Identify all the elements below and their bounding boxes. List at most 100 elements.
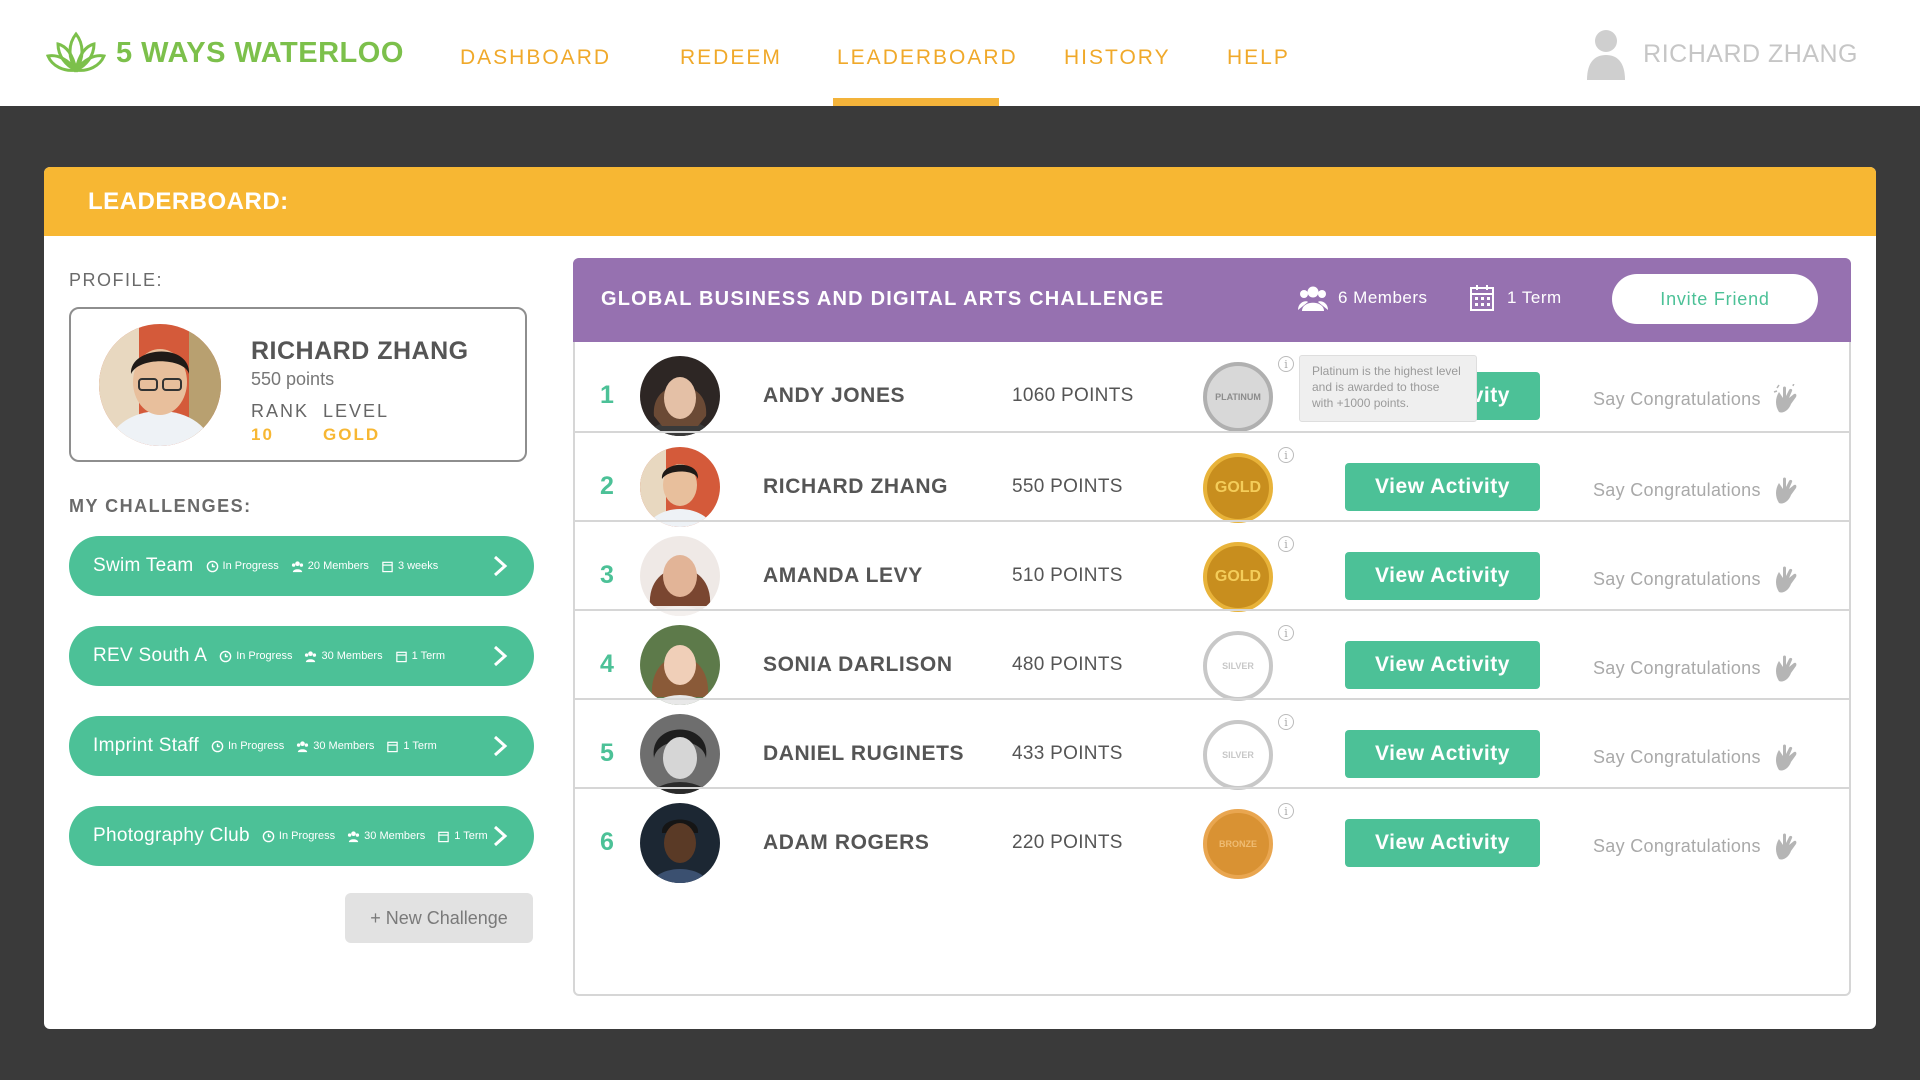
player-points: 480 POINTS (1012, 654, 1123, 675)
nav-leaderboard[interactable]: LEADERBOARD (837, 46, 1018, 70)
player-points: 433 POINTS (1012, 743, 1123, 764)
level-value: GOLD (323, 425, 381, 444)
invite-friend-button[interactable]: Invite Friend (1612, 274, 1818, 324)
challenge-name: Imprint Staff (93, 735, 199, 756)
view-activity-button[interactable]: View Activity (1345, 641, 1540, 689)
info-icon[interactable]: i (1278, 625, 1294, 641)
challenge-status: In Progress (262, 830, 335, 843)
view-activity-button[interactable]: View Activity (1345, 463, 1540, 511)
members-icon (1298, 286, 1328, 311)
info-icon[interactable]: i (1278, 447, 1294, 463)
rank-number: 1 (600, 381, 614, 409)
calendar-icon (395, 651, 407, 662)
view-activity-button[interactable]: View Activity (1345, 730, 1540, 778)
player-name: SONIA DARLISON (763, 653, 953, 676)
user-menu[interactable]: RICHARD ZHANG (1585, 28, 1858, 80)
say-congratulations-button[interactable]: Say Congratulations (1593, 653, 1801, 683)
nav-history[interactable]: HISTORY (1064, 46, 1171, 70)
challenge-header: GLOBAL BUSINESS AND DIGITAL ARTS CHALLEN… (573, 258, 1851, 342)
say-congratulations-button[interactable]: Say Congratulations (1593, 475, 1801, 505)
challenge-members: 6 Members (1298, 284, 1428, 312)
level-badge: BRONZE (1203, 809, 1273, 879)
active-nav-indicator (833, 98, 999, 106)
nav-redeem[interactable]: REDEEM (680, 46, 782, 70)
lotus-logo-icon (46, 31, 106, 73)
profile-points: 550 points (251, 369, 335, 389)
level-badge: SILVER (1203, 631, 1273, 701)
app-logo[interactable]: 5 WAYS WATERLOO (46, 28, 404, 78)
calendar-icon (387, 741, 399, 752)
info-icon[interactable]: i (1278, 536, 1294, 552)
player-points: 510 POINTS (1012, 565, 1123, 586)
clapping-hands-icon (1775, 477, 1797, 504)
rank-number: 4 (600, 650, 614, 678)
congrats-label: Say Congratulations (1593, 657, 1761, 678)
clapping-hands-icon (1773, 384, 1797, 413)
info-icon[interactable]: i (1278, 803, 1294, 819)
challenge-members: 30 Members (296, 740, 374, 753)
view-activity-button[interactable]: View Activity (1345, 552, 1540, 600)
say-congratulations-button[interactable]: Say Congratulations (1593, 831, 1801, 861)
user-avatar-icon (1587, 30, 1626, 80)
challenge-members: 30 Members (347, 830, 425, 843)
player-name: RICHARD ZHANG (763, 475, 949, 498)
clock-icon (206, 560, 218, 572)
say-congratulations-button[interactable]: Say Congratulations (1593, 384, 1801, 414)
challenges-section-label: MY CHALLENGES: (69, 496, 252, 516)
challenge-rev-south-a[interactable]: REV South A In Progress 30 Members 1 Ter… (69, 626, 534, 686)
challenge-title: GLOBAL BUSINESS AND DIGITAL ARTS CHALLEN… (601, 288, 1165, 310)
profile-name: RICHARD ZHANG (251, 337, 469, 365)
calendar-icon (438, 831, 450, 842)
clock-icon (262, 830, 275, 842)
avatar (640, 714, 720, 794)
challenge-members: 30 Members (304, 650, 383, 663)
congrats-label: Say Congratulations (1593, 568, 1761, 589)
level-badge: GOLD (1203, 542, 1273, 612)
say-congratulations-button[interactable]: Say Congratulations (1593, 564, 1801, 594)
profile-avatar (99, 324, 221, 446)
view-activity-button[interactable]: View Activity (1345, 819, 1540, 867)
challenge-members: 20 Members (291, 560, 369, 573)
leaderboard-row: 6 ADAM ROGERS 220 POINTS BRONZE i View A… (575, 787, 1849, 896)
app-logo-text: 5 WAYS WATERLOO (116, 36, 404, 69)
info-icon[interactable]: i (1278, 714, 1294, 730)
player-points: 1060 POINTS (1012, 385, 1134, 406)
chevron-right-icon (493, 645, 508, 667)
challenge-swim-team[interactable]: Swim Team In Progress 20 Members 3 weeks (69, 536, 534, 596)
player-name: DANIEL RUGINETS (763, 742, 965, 765)
player-points: 220 POINTS (1012, 832, 1123, 853)
clapping-hands-icon (1775, 566, 1797, 593)
page-title: LEADERBOARD: (88, 187, 289, 215)
challenge-duration: 1 Term (1467, 284, 1562, 312)
challenge-duration: 1 Term (437, 830, 488, 843)
new-challenge-button[interactable]: + New Challenge (345, 893, 533, 943)
nav-help[interactable]: HELP (1227, 46, 1290, 70)
clock-icon (219, 650, 232, 662)
info-icon[interactable]: i (1278, 356, 1294, 372)
challenge-name: Swim Team (93, 555, 194, 576)
player-name: AMANDA LEVY (763, 564, 923, 587)
challenge-duration: 3 weeks (381, 560, 438, 573)
avatar (640, 447, 720, 527)
clapping-hands-icon (1775, 655, 1797, 682)
level-badge: PLATINUM (1203, 362, 1273, 432)
congrats-label: Say Congratulations (1593, 479, 1761, 500)
level-label: LEVEL (323, 401, 390, 421)
say-congratulations-button[interactable]: Say Congratulations (1593, 742, 1801, 772)
challenge-photography-club[interactable]: Photography Club In Progress 30 Members … (69, 806, 534, 866)
congrats-label: Say Congratulations (1593, 835, 1761, 856)
avatar (640, 356, 720, 436)
challenge-imprint-staff[interactable]: Imprint Staff In Progress 30 Members 1 T… (69, 716, 534, 776)
congrats-label: Say Congratulations (1593, 746, 1761, 767)
clapping-hands-icon (1775, 833, 1797, 860)
avatar (640, 625, 720, 705)
clock-icon (211, 740, 224, 752)
rank-label: RANK (251, 401, 310, 421)
calendar-icon (1470, 285, 1494, 311)
rank-number: 6 (600, 828, 614, 856)
chevron-right-icon (493, 735, 508, 757)
card-header: LEADERBOARD: (44, 167, 1876, 236)
rank-number: 5 (600, 739, 614, 767)
nav-dashboard[interactable]: DASHBOARD (460, 46, 611, 70)
player-name: ANDY JONES (763, 384, 906, 407)
